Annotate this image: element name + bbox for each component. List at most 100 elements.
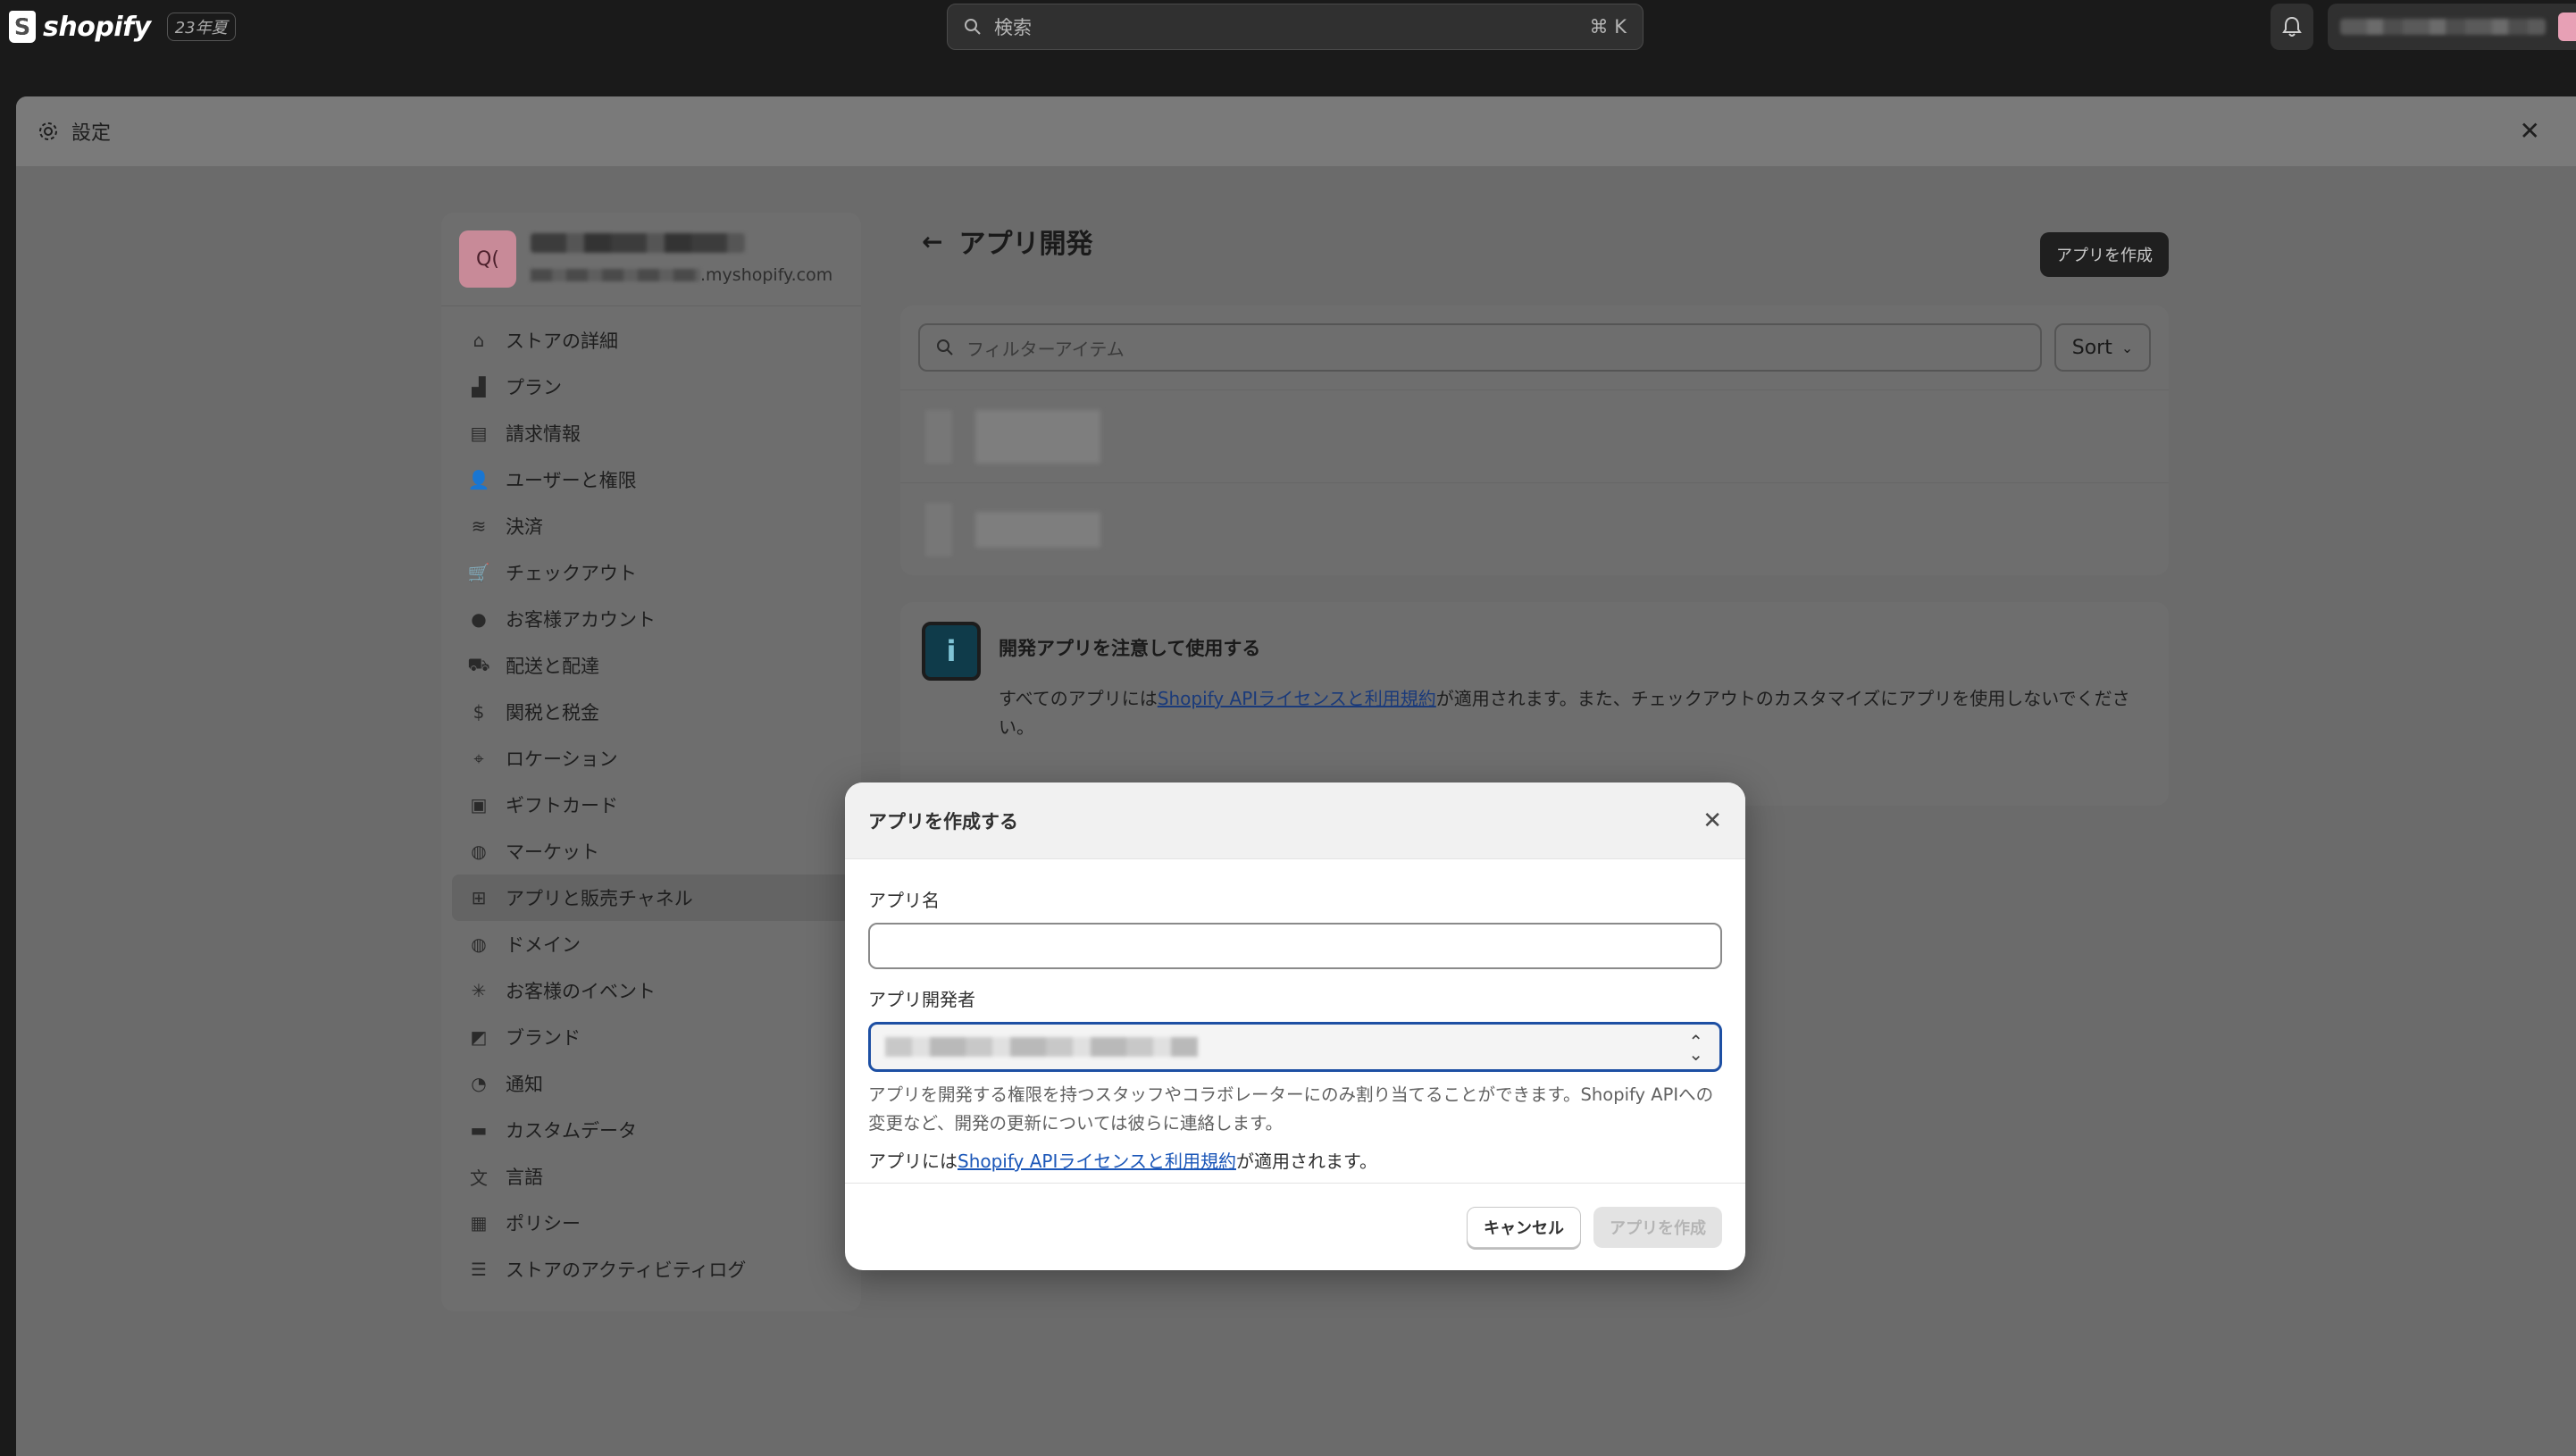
sidebar-item[interactable]: ◔ 通知 bbox=[452, 1060, 850, 1107]
info-banner: i 開発アプリを注意して使用する すべてのアプリにはShopify APIライセ… bbox=[900, 602, 2169, 806]
sidebar-item[interactable]: ✳ お客様のイベント bbox=[452, 967, 850, 1014]
sidebar-item[interactable]: ◍ マーケット bbox=[452, 828, 850, 874]
api-terms-link[interactable]: Shopify APIライセンスと利用規約 bbox=[1158, 688, 1436, 709]
gift-card-icon: ▣ bbox=[470, 794, 488, 816]
sidebar-item-label: 関税と税金 bbox=[506, 702, 599, 724]
sidebar-item[interactable]: 🛒 チェックアウト bbox=[452, 549, 850, 596]
events-icon: ✳ bbox=[471, 980, 487, 1001]
sidebar-item-label: ユーザーと権限 bbox=[506, 470, 637, 491]
developer-select[interactable]: ⌃ ⌄ bbox=[868, 1022, 1722, 1072]
settings-nav-list: ⌂ ストアの詳細 ▟ プラン ▤ 請求情報 👤 ユーザーと権限 ≋ 決済 🛒 チェックアウト ● お客様ア… bbox=[441, 306, 861, 1303]
sidebar-item-label: お客様アカウント bbox=[506, 609, 656, 631]
sidebar-item[interactable]: ▣ ギフトカード bbox=[452, 782, 850, 828]
sidebar-item-label: ポリシー bbox=[506, 1213, 581, 1234]
store-header[interactable]: Q( .myshopify.com bbox=[441, 213, 861, 306]
sidebar-item-label: プラン bbox=[506, 377, 562, 398]
info-text: すべてのアプリにはShopify APIライセンスと利用規約が適用されます。また… bbox=[999, 684, 2147, 741]
modal-api-terms-link[interactable]: Shopify APIライセンスと利用規約 bbox=[958, 1151, 1236, 1172]
top-bar: S shopify 23年夏 検索 ⌘ K bbox=[0, 0, 2576, 67]
sidebar-item[interactable]: ⌂ ストアの詳細 bbox=[452, 317, 850, 364]
sidebar-item-label: ギフトカード bbox=[506, 795, 618, 816]
logo-text: shopify bbox=[43, 11, 151, 43]
terms-text: アプリにはShopify APIライセンスと利用規約が適用されます。 bbox=[868, 1147, 1722, 1173]
sidebar-item[interactable]: ⊞ アプリと販売チャネル bbox=[452, 874, 850, 921]
sidebar-item-label: 配送と配達 bbox=[506, 656, 599, 677]
sidebar-item[interactable]: ● お客様アカウント bbox=[452, 596, 850, 642]
app-name-input[interactable] bbox=[868, 923, 1722, 969]
close-icon[interactable]: ✕ bbox=[1702, 807, 1722, 834]
settings-title: 設定 bbox=[71, 122, 112, 145]
modal-header: アプリを作成する ✕ bbox=[845, 782, 1745, 859]
close-settings-icon[interactable]: ✕ bbox=[2520, 116, 2540, 146]
sidebar-item-label: ロケーション bbox=[506, 749, 618, 770]
app-name-redacted bbox=[975, 511, 1100, 548]
store-name-redacted bbox=[531, 233, 745, 253]
sidebar-item-label: ドメイン bbox=[506, 934, 581, 956]
bell-icon bbox=[2282, 16, 2302, 37]
sidebar-item[interactable]: ▦ ポリシー bbox=[452, 1200, 850, 1246]
developer-label: アプリ開発者 bbox=[868, 989, 975, 1010]
store-avatar: Q( bbox=[459, 230, 516, 288]
cart-icon: 🛒 bbox=[467, 562, 490, 583]
sidebar-item[interactable]: ≋ 決済 bbox=[452, 503, 850, 549]
search-shortcut: ⌘ K bbox=[1589, 16, 1627, 38]
sidebar-item[interactable]: ⌖ ロケーション bbox=[452, 735, 850, 782]
location-icon: ⌖ bbox=[473, 748, 484, 769]
filter-placeholder: フィルターアイテム bbox=[966, 338, 1125, 360]
app-row[interactable] bbox=[900, 482, 2169, 575]
sidebar-item-label: ストアのアクティビティログ bbox=[506, 1259, 747, 1281]
gear-icon bbox=[39, 122, 57, 140]
plan-icon: ▟ bbox=[472, 376, 486, 397]
app-row[interactable] bbox=[900, 389, 2169, 482]
terms-post: が適用されます。 bbox=[1235, 1151, 1377, 1172]
search-placeholder: 検索 bbox=[994, 17, 1032, 38]
developer-help-text: アプリを開発する権限を持つスタッフやコラボレーターにのみ割り当てることができます… bbox=[868, 1084, 1714, 1134]
sidebar-item[interactable]: $ 関税と税金 bbox=[452, 689, 850, 735]
modal-footer: キャンセル アプリを作成 bbox=[845, 1183, 1745, 1270]
filter-input[interactable]: フィルターアイテム bbox=[918, 323, 2042, 372]
sidebar-item[interactable]: ▬ カスタムデータ bbox=[452, 1107, 850, 1153]
data-icon: ▬ bbox=[470, 1119, 488, 1141]
cancel-button[interactable]: キャンセル bbox=[1467, 1206, 1581, 1248]
sidebar-item[interactable]: 文言語 bbox=[452, 1153, 850, 1200]
modal-body: アプリ名 アプリ開発者 ⌃ ⌄ アプリを開発する権限を持つスタッフやコラボレーター… bbox=[845, 886, 1745, 1173]
chevron-down-icon: ⌄ bbox=[2120, 339, 2134, 356]
info-title: 開発アプリを注意して使用する bbox=[999, 638, 1261, 659]
sidebar-item-label: 決済 bbox=[506, 516, 543, 538]
store-domain: .myshopify.com bbox=[531, 265, 832, 285]
sidebar-item-label: 言語 bbox=[506, 1167, 543, 1188]
create-app-submit-button[interactable]: アプリを作成 bbox=[1593, 1206, 1722, 1248]
list-icon: ☰ bbox=[471, 1259, 487, 1280]
store-domain-redacted bbox=[531, 269, 700, 281]
shopify-logo[interactable]: S shopify 23年夏 bbox=[9, 11, 236, 43]
search-icon bbox=[937, 339, 953, 356]
settings-sidebar: Q( .myshopify.com ⌂ ストアの詳細 ▟ プラン ▤ 請求情報 👤 ユーザーと… bbox=[441, 213, 861, 1311]
edition-badge: 23年夏 bbox=[166, 13, 236, 41]
back-arrow-icon[interactable]: ← bbox=[922, 227, 942, 256]
developer-value-redacted bbox=[885, 1037, 1198, 1057]
sidebar-item[interactable]: 👤 ユーザーと権限 bbox=[452, 456, 850, 503]
global-search[interactable]: 検索 ⌘ K bbox=[947, 4, 1643, 50]
policy-icon: ▦ bbox=[470, 1212, 488, 1234]
sidebar-item[interactable]: ▟ プラン bbox=[452, 364, 850, 410]
page-title: アプリ開発 bbox=[958, 229, 1093, 260]
account-menu[interactable] bbox=[2328, 4, 2576, 50]
sidebar-item-label: ブランド bbox=[506, 1027, 581, 1049]
sidebar-item[interactable]: ◩ ブランド bbox=[452, 1014, 850, 1060]
select-chevron-icon: ⌃ ⌄ bbox=[1688, 1031, 1703, 1065]
notifications-button[interactable] bbox=[2271, 4, 2313, 50]
sidebar-item[interactable]: ◍ ドメイン bbox=[452, 921, 850, 967]
filter-row: フィルターアイテム Sort ⌄ bbox=[900, 305, 2169, 389]
account-avatar bbox=[2558, 13, 2576, 41]
sidebar-item[interactable]: ▤ 請求情報 bbox=[452, 410, 850, 456]
main-content: ← アプリ開発 アプリを作成 フィルターアイテム Sort ⌄ i 開発アプリを… bbox=[900, 213, 2169, 806]
globe-icon: ◍ bbox=[471, 841, 487, 862]
create-app-button[interactable]: アプリを作成 bbox=[2040, 232, 2169, 277]
person-icon: ● bbox=[471, 608, 487, 630]
domain-icon: ◍ bbox=[471, 933, 487, 955]
sidebar-item[interactable]: ☰ ストアのアクティビティログ bbox=[452, 1246, 850, 1293]
brand-icon: ◩ bbox=[470, 1026, 488, 1048]
sidebar-item[interactable]: ⛟ 配送と配達 bbox=[452, 642, 850, 689]
search-icon bbox=[965, 19, 981, 35]
sort-button[interactable]: Sort ⌄ bbox=[2054, 323, 2151, 372]
